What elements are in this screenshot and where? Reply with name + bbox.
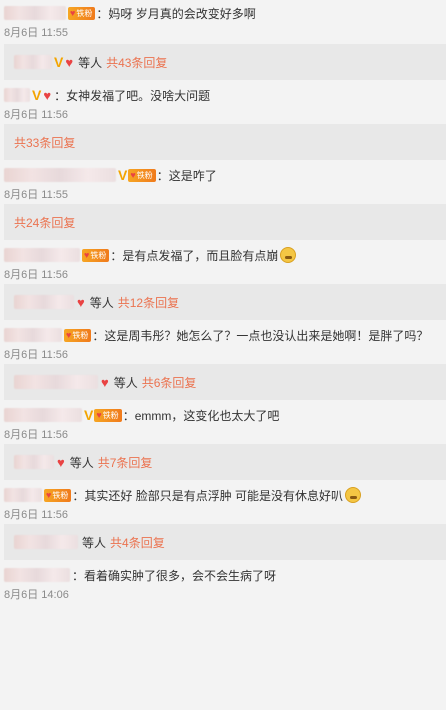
user-name-blurred — [14, 535, 78, 549]
comment-time: 8月6日 11:56 — [4, 429, 69, 441]
reply-who: 等人 — [82, 535, 107, 550]
comment-item: ♥ 铁粉 ： 其实还好 脸部只是有点浮肿 可能是没有休息好叭 8月6日 11:56 — [0, 480, 446, 524]
comment-time: 8月6日 11:56 — [4, 349, 69, 361]
reply-count-link[interactable]: 共43条回复 — [106, 54, 167, 71]
reply-who: 等人 — [113, 375, 138, 390]
comment-item: ： 看着确实肿了很多，会不会生病了呀 8月6日 14:06 — [0, 560, 446, 604]
comment-text: 是有点发福了，而且脸有点崩 — [122, 248, 279, 263]
user-name-blurred[interactable] — [4, 88, 30, 102]
comment-text: 这是周韦彤？她怎么了？一点也没认出来是她啊！是胖了吗？ — [104, 328, 429, 343]
comment-text: 看着确实肿了很多，会不会生病了呀 — [84, 568, 277, 583]
comment-text: 女神发福了吧。没啥大问题 — [66, 88, 211, 103]
user-name-blurred — [14, 295, 74, 309]
verified-icon: V — [32, 87, 42, 103]
heart-icon: ♥ — [65, 54, 74, 70]
emoji-icon — [345, 487, 362, 503]
comment-header: ♥ 铁粉 ： 妈呀 岁月真的会改变好多啊 — [4, 4, 436, 22]
user-name-blurred[interactable] — [4, 168, 116, 182]
reply-count-link[interactable]: 共7条回复 — [98, 454, 153, 471]
fan-badge: ♥ 铁粉 — [94, 408, 122, 422]
comment-time: 8月6日 11:56 — [4, 269, 69, 281]
heart-icon: ♥ — [46, 490, 52, 500]
comment-item: ♥ 铁粉 ： 是有点发福了，而且脸有点崩 8月6日 11:56 — [0, 240, 446, 284]
heart-icon: ♥ — [130, 170, 136, 180]
user-name-blurred[interactable] — [4, 248, 80, 262]
comment-time: 8月6日 11:56 — [4, 509, 69, 521]
user-name-blurred[interactable] — [4, 568, 70, 582]
fan-badge-heart: ♥ — [100, 374, 111, 390]
comment-feed: ♥ 铁粉 ： 妈呀 岁月真的会改变好多啊 8月6日 11:55 V ♥ 等人 共4… — [0, 0, 446, 710]
reply-count-link[interactable]: 共33条回复 — [14, 134, 75, 151]
reply-who: 等人 — [89, 295, 114, 310]
reply-who: 等人 — [78, 55, 103, 70]
heart-icon: ♥ — [70, 8, 76, 18]
reply-bar[interactable]: ♥ 等人 共12条回复 — [4, 284, 446, 320]
user-name-blurred — [14, 375, 98, 389]
heart-icon: ♥ — [96, 410, 102, 420]
comment-time: 8月6日 11:55 — [4, 189, 69, 201]
comment-header: ♥ 铁粉 ： 是有点发福了，而且脸有点崩 — [4, 246, 436, 264]
heart-icon: ♥ — [43, 87, 52, 103]
fan-badge: ♥ 铁粉 — [68, 6, 96, 20]
comment-header: ： 看着确实肿了很多，会不会生病了呀 — [4, 566, 436, 584]
reply-bar[interactable]: 共24条回复 — [4, 204, 446, 240]
comment-header: ♥ 铁粉 ： 其实还好 脸部只是有点浮肿 可能是没有休息好叭 — [4, 486, 436, 504]
comment-item: ♥ 铁粉 ： 这是周韦彤？她怎么了？一点也没认出来是她啊！是胖了吗？ 8月6日 1… — [0, 320, 446, 364]
reply-who: 等人 — [69, 455, 94, 470]
fan-badge-heart: ♥ — [64, 54, 75, 70]
fan-badge: ♥ 铁粉 — [128, 168, 156, 182]
verified-icon: V — [54, 54, 64, 70]
comment-text: emmm，这变化也太大了吧 — [134, 408, 280, 423]
comment-header: ♥ 铁粉 ： 这是周韦彤？她怎么了？一点也没认出来是她啊！是胖了吗？ — [4, 326, 436, 344]
heart-icon: ♥ — [57, 454, 65, 470]
fan-badge: ♥ 铁粉 — [82, 248, 110, 262]
user-name-blurred[interactable] — [4, 6, 66, 20]
comment-text: 其实还好 脸部只是有点浮肿 可能是没有休息好叭 — [84, 488, 344, 503]
fan-badge: ♥ 铁粉 — [64, 328, 92, 342]
verified-icon: V — [118, 167, 128, 183]
reply-count-link[interactable]: 共24条回复 — [14, 214, 75, 231]
heart-icon: ♥ — [66, 330, 72, 340]
comment-time: 8月6日 14:06 — [4, 589, 69, 601]
fan-badge: ♥ 铁粉 — [44, 488, 72, 502]
comment-item: ♥ 铁粉 ： 妈呀 岁月真的会改变好多啊 8月6日 11:55 — [0, 0, 446, 44]
comment-item: V ♥ 铁粉 ： emmm，这变化也太大了吧 8月6日 11:56 — [0, 400, 446, 444]
comment-text: 这是咋了 — [168, 168, 217, 183]
reply-bar[interactable]: 等人 共4条回复 — [4, 524, 446, 560]
reply-count-link[interactable]: 共12条回复 — [118, 294, 179, 311]
fan-badge-heart: ♥ — [76, 294, 87, 310]
reply-bar[interactable]: V ♥ 等人 共43条回复 — [4, 44, 446, 80]
comment-header: V ♥ 铁粉 ： emmm，这变化也太大了吧 — [4, 406, 436, 424]
comment-item: V ♥ 铁粉 ： 这是咋了 8月6日 11:55 — [0, 160, 446, 204]
user-name-blurred — [14, 55, 52, 69]
heart-icon: ♥ — [84, 250, 90, 260]
comment-header: V ♥ ： 女神发福了吧。没啥大问题 — [4, 86, 436, 104]
comment-text: 妈呀 岁月真的会改变好多啊 — [108, 6, 256, 21]
heart-icon: ♥ — [101, 374, 109, 390]
reply-count-link[interactable]: 共4条回复 — [110, 534, 165, 551]
comment-item: V ♥ ： 女神发福了吧。没啥大问题 8月6日 11:56 — [0, 80, 446, 124]
reply-count-link[interactable]: 共6条回复 — [142, 374, 197, 391]
comment-time: 8月6日 11:55 — [4, 27, 69, 39]
fan-badge-heart: ♥ — [42, 87, 53, 103]
reply-bar[interactable]: ♥ 等人 共6条回复 — [4, 364, 446, 400]
emoji-icon — [280, 247, 297, 263]
heart-icon: ♥ — [77, 294, 85, 310]
user-name-blurred — [14, 455, 54, 469]
comment-header: V ♥ 铁粉 ： 这是咋了 — [4, 166, 436, 184]
user-name-blurred[interactable] — [4, 408, 82, 422]
comment-time: 8月6日 11:56 — [4, 109, 69, 121]
reply-bar[interactable]: 共33条回复 — [4, 124, 446, 160]
fan-badge-heart: ♥ — [56, 454, 67, 470]
verified-icon: V — [84, 407, 94, 423]
reply-bar[interactable]: ♥ 等人 共7条回复 — [4, 444, 446, 480]
user-name-blurred[interactable] — [4, 328, 62, 342]
user-name-blurred[interactable] — [4, 488, 42, 502]
